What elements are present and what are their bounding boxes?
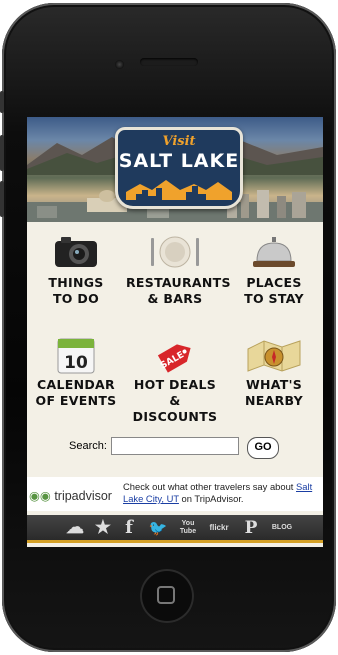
sale-tag-icon: SALE (157, 344, 191, 373)
menu-label-line2: DISCOUNTS (132, 409, 218, 424)
menu-label-line1: PLACES (246, 275, 302, 290)
menu-calendar-of-events[interactable]: 10 CALENDAR OF EVENTS (27, 335, 125, 435)
plate-icon (151, 236, 199, 268)
menu-hot-deals-discounts[interactable]: SALE HOT DEALS & DISCOUNTS (126, 335, 224, 435)
front-camera (115, 60, 124, 69)
calendar-icon: 10 (57, 338, 95, 374)
twitter-icon[interactable]: 🐦 (143, 515, 173, 540)
youtube-icon[interactable]: You Tube (175, 515, 201, 540)
pinterest-icon[interactable]: P (239, 515, 263, 540)
earpiece-speaker (140, 58, 198, 66)
menu-restaurants-bars[interactable]: RESTAURANTS & BARS (126, 235, 230, 335)
map-compass-icon (247, 340, 301, 372)
calendar-day-number: 10 (64, 353, 88, 373)
logo-visit-text: Visit (162, 134, 196, 149)
menu-places-to-stay[interactable]: PLACES TO STAY (225, 235, 323, 335)
search-bar: Search: GO (27, 435, 323, 461)
logo-skyline-graphic (126, 180, 232, 200)
facebook-icon[interactable]: f (117, 515, 141, 540)
tripadvisor-logo: ◉◉ tripadvisor (29, 488, 112, 503)
menu-label-line2: TO STAY (244, 291, 304, 306)
social-bar: ☁ ★ f 🐦 You Tube flickr P BLOG (27, 515, 323, 543)
menu-label-line1: HOT DEALS & (133, 377, 217, 408)
tripadvisor-text-before: Check out what other travelers say about (123, 481, 297, 492)
tripadvisor-wordmark: tripadvisor (54, 489, 112, 503)
home-square-icon (157, 586, 175, 604)
menu-label-line2: OF EVENTS (35, 393, 117, 408)
menu-things-to-do[interactable]: THINGS TO DO (27, 235, 125, 335)
owl-eyes-icon: ◉◉ (29, 489, 51, 503)
search-input[interactable] (111, 437, 239, 455)
menu-label-line2: TO DO (52, 291, 99, 306)
search-label: Search: (69, 440, 107, 452)
app-screen: Visit SALT LAKE THINGS TO DO RESTAURANTS… (27, 117, 323, 547)
camera-icon (55, 237, 97, 267)
menu-label-line1: WHAT'S (245, 377, 303, 392)
tripadvisor-text: Check out what other travelers say about… (123, 481, 321, 505)
menu-label-line2: NEARBY (245, 393, 303, 408)
header-banner: Visit SALT LAKE (27, 117, 323, 222)
go-button[interactable]: GO (247, 437, 279, 459)
tripadvisor-text-after: on TripAdvisor. (178, 493, 244, 504)
home-button[interactable] (140, 569, 194, 623)
menu-label-line2: & BARS (147, 291, 203, 306)
star-icon[interactable]: ★ (91, 515, 115, 540)
logo-city-name: SALT LAKE (118, 150, 240, 172)
menu-label-line1: CALENDAR (37, 377, 115, 392)
menu-label-line1: RESTAURANTS (126, 275, 231, 290)
weather-icon[interactable]: ☁ (61, 515, 89, 540)
blog-icon[interactable]: BLOG (267, 515, 297, 540)
service-bell-icon (253, 237, 295, 267)
menu-label-line1: THINGS (48, 275, 104, 290)
tripadvisor-banner: ◉◉ tripadvisor Check out what other trav… (27, 477, 323, 511)
volume-down-button (0, 181, 4, 217)
visit-salt-lake-logo: Visit SALT LAKE (115, 127, 243, 209)
volume-up-button (0, 135, 4, 171)
mute-switch (0, 91, 4, 113)
flickr-icon[interactable]: flickr (203, 515, 235, 540)
menu-whats-nearby[interactable]: WHAT'S NEARBY (225, 335, 323, 435)
